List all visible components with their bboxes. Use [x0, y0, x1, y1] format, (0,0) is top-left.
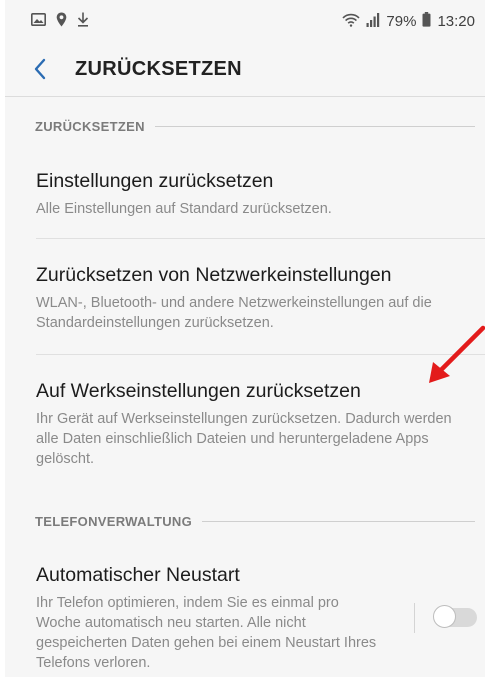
item-title: Zurücksetzen von Netzwerkeinstellungen: [36, 264, 392, 286]
image-icon: [31, 13, 46, 31]
item-subtitle: Ihr Telefon optimieren, indem Sie es ein…: [36, 595, 377, 671]
battery-icon: [422, 12, 431, 31]
item-subtitle: WLAN-, Bluetooth- und andere Netzwerkein…: [36, 295, 432, 331]
section-line: [202, 521, 475, 522]
item-subtitle: Alle Einstellungen auf Standard zurückse…: [36, 201, 332, 217]
item-divider: [36, 238, 485, 239]
section-title: TELEFONVERWALTUNG: [35, 514, 193, 529]
item-subtitle: Ihr Gerät auf Werkseinstellungen zurücks…: [36, 411, 452, 467]
header-divider: [5, 96, 485, 97]
signal-icon: [366, 12, 380, 31]
item-title: Einstellungen zurücksetzen: [36, 170, 274, 192]
settings-item-factory-reset[interactable]: Auf Werkseinstellungen zurücksetzen Ihr …: [36, 378, 476, 469]
section-line: [154, 126, 475, 127]
app-header: ZURÜCKSETZEN: [5, 44, 485, 98]
section-header-telefonverwaltung: TELEFONVERWALTUNG: [35, 514, 475, 529]
screen: 79% 13:20 ZURÜCKSETZEN ZURÜCKSETZEN Eins…: [5, 0, 485, 677]
toggle-knob: [433, 605, 456, 628]
settings-item-auto-restart[interactable]: Automatischer Neustart Ihr Telefon optim…: [36, 562, 381, 673]
page-title: ZURÜCKSETZEN: [75, 58, 242, 80]
item-title: Auf Werkseinstellungen zurücksetzen: [36, 380, 361, 402]
status-bar-right: 79% 13:20: [342, 12, 475, 31]
item-divider: [36, 354, 485, 355]
toggle-separator: [414, 603, 415, 633]
download-icon: [77, 12, 89, 32]
item-title: Automatischer Neustart: [36, 564, 240, 586]
status-bar-left: [31, 12, 89, 32]
section-title: ZURÜCKSETZEN: [35, 119, 145, 134]
location-icon: [56, 12, 67, 32]
wifi-icon: [342, 13, 361, 31]
status-time: 13:20: [437, 13, 475, 30]
status-bar: 79% 13:20: [5, 0, 485, 44]
settings-item-reset-settings[interactable]: Einstellungen zurücksetzen Alle Einstell…: [36, 168, 476, 219]
battery-percent: 79%: [386, 13, 417, 30]
chevron-left-icon: [31, 58, 51, 86]
settings-item-reset-network[interactable]: Zurücksetzen von Netzwerkeinstellungen W…: [36, 262, 476, 333]
back-button[interactable]: [31, 56, 51, 82]
section-header-zuruecksetzen: ZURÜCKSETZEN: [35, 119, 475, 134]
auto-restart-toggle[interactable]: [433, 605, 479, 630]
